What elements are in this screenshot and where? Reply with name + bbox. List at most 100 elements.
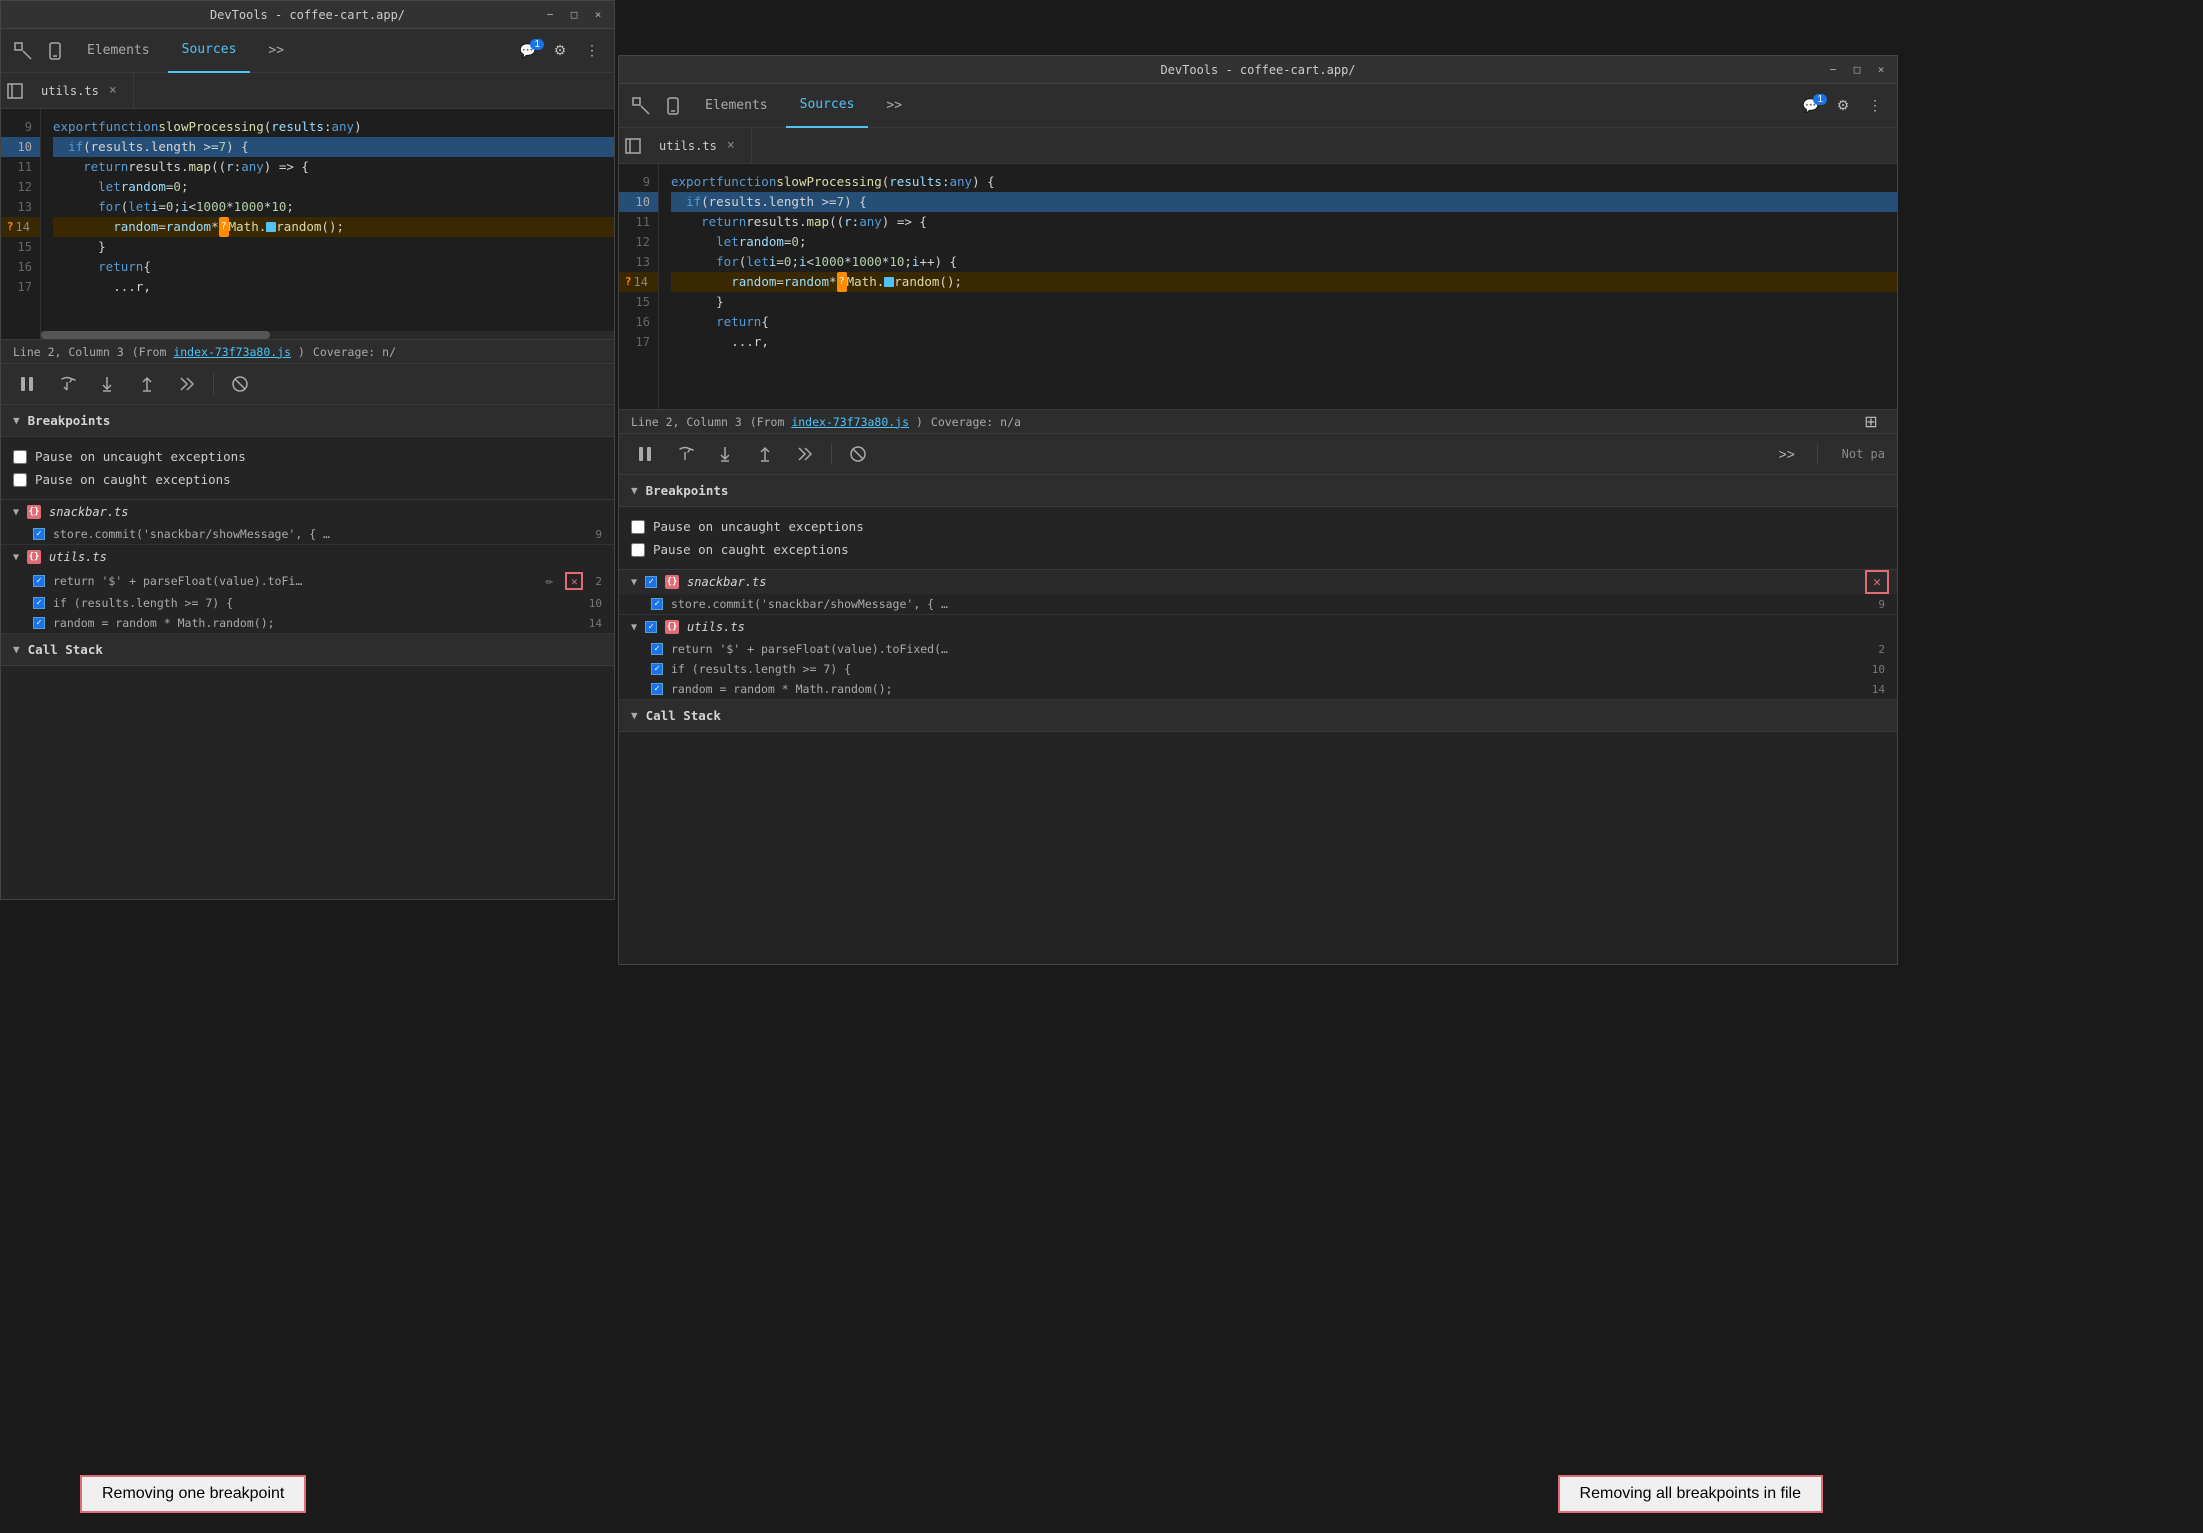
bp-line-snackbar-1-right: 9 bbox=[1878, 598, 1885, 611]
step-out-btn-right[interactable] bbox=[751, 440, 779, 468]
bp-item-snackbar-1-right: store.commit('snackbar/showMessage', { …… bbox=[619, 594, 1897, 614]
bp-checkbox-snackbar-file-right[interactable] bbox=[645, 576, 657, 588]
callstack-title-left: Call Stack bbox=[28, 642, 103, 657]
close-btn-right[interactable]: × bbox=[1873, 62, 1889, 78]
deactivate-breakpoints-btn-left[interactable] bbox=[226, 370, 254, 398]
pause-caught-checkbox-left[interactable] bbox=[13, 473, 27, 487]
bp-checkbox-utils-3-left[interactable] bbox=[33, 617, 45, 629]
deactivate-breakpoints-btn-right[interactable] bbox=[844, 440, 872, 468]
file-tab-close-left[interactable]: × bbox=[105, 83, 121, 99]
code-panel-right: 9 10 11 12 13 ? 14 15 16 17 export funct… bbox=[619, 164, 1897, 409]
scrollbar-left[interactable] bbox=[41, 331, 614, 339]
console-btn-left[interactable]: 💬 1 bbox=[514, 37, 542, 65]
file-tabs-left: utils.ts × bbox=[1, 73, 614, 109]
inspect-element-btn[interactable] bbox=[9, 37, 37, 65]
tab-more-right[interactable]: >> bbox=[872, 84, 916, 128]
code-area-left: 9 10 11 12 13 ? 14 15 16 17 export funct… bbox=[1, 109, 614, 339]
breakpoint-options-right: Pause on uncaught exceptions Pause on ca… bbox=[619, 507, 1897, 570]
remove-one-bp-btn-left[interactable]: ✕ bbox=[565, 572, 583, 590]
status-bar-left: Line 2, Column 3 (From index-73f73a80.js… bbox=[1, 339, 614, 363]
file-tab-utils-right[interactable]: utils.ts × bbox=[647, 128, 752, 164]
tab-elements-right[interactable]: Elements bbox=[691, 84, 782, 128]
step-over-btn-left[interactable] bbox=[53, 370, 81, 398]
bp-checkbox-utils-file-right[interactable] bbox=[645, 621, 657, 633]
callstack-header-right[interactable]: ▼ Call Stack bbox=[619, 700, 1897, 732]
inspect-element-btn-right[interactable] bbox=[627, 92, 655, 120]
more-debug-btn-right[interactable]: >> bbox=[1773, 440, 1801, 468]
settings-btn-right[interactable]: ⚙ bbox=[1829, 92, 1857, 120]
settings-btn-left[interactable]: ⚙ bbox=[546, 37, 574, 65]
annotation-removing-all: Removing all breakpoints in file bbox=[1558, 1475, 1823, 1513]
source-link-right[interactable]: index-73f73a80.js bbox=[791, 415, 909, 429]
bp-file-header-snackbar-left[interactable]: ▼ {} snackbar.ts bbox=[1, 500, 614, 524]
bottom-panel-left: ▼ Breakpoints Pause on uncaught exceptio… bbox=[1, 405, 614, 899]
edit-bp-btn-left[interactable]: ✏ bbox=[544, 574, 556, 589]
bp-checkbox-utils-1-left[interactable] bbox=[33, 575, 45, 587]
bp-checkbox-snackbar-1-right[interactable] bbox=[651, 598, 663, 610]
pause-caught-checkbox-right[interactable] bbox=[631, 543, 645, 557]
callstack-title-right: Call Stack bbox=[646, 708, 721, 723]
debug-separator-left bbox=[213, 374, 214, 394]
step-into-btn-left[interactable] bbox=[93, 370, 121, 398]
bp-checkbox-snackbar-1-left[interactable] bbox=[33, 528, 45, 540]
pause-resume-btn-right[interactable] bbox=[631, 440, 659, 468]
bp-item-utils-2-right: if (results.length >= 7) { 10 bbox=[619, 659, 1897, 679]
tab-sources-left[interactable]: Sources bbox=[168, 29, 251, 73]
step-over-btn-right[interactable] bbox=[671, 440, 699, 468]
coverage-left: Coverage: n/ bbox=[313, 345, 396, 359]
utils-filename-right: utils.ts bbox=[687, 620, 745, 634]
maximize-btn-left[interactable]: □ bbox=[566, 7, 582, 23]
pause-resume-btn-left[interactable] bbox=[13, 370, 41, 398]
bp-file-header-utils-right[interactable]: ▼ {} utils.ts bbox=[619, 615, 1897, 639]
status-bar-right: Line 2, Column 3 (From index-73f73a80.js… bbox=[619, 409, 1897, 433]
file-tab-utils-left[interactable]: utils.ts × bbox=[29, 73, 134, 109]
pause-uncaught-checkbox-left[interactable] bbox=[13, 450, 27, 464]
device-toggle-btn-right[interactable] bbox=[659, 92, 687, 120]
minimize-btn-left[interactable]: − bbox=[542, 7, 558, 23]
code-lines-left: export function slowProcessing(results: … bbox=[41, 109, 614, 339]
step-btn-left[interactable] bbox=[173, 370, 201, 398]
device-toggle-btn[interactable] bbox=[41, 37, 69, 65]
minimize-btn-right[interactable]: − bbox=[1825, 62, 1841, 78]
sidebar-toggle-right[interactable] bbox=[619, 132, 647, 160]
console-btn-right[interactable]: 💬 1 bbox=[1797, 92, 1825, 120]
pause-uncaught-label-left: Pause on uncaught exceptions bbox=[35, 449, 246, 464]
bp-file-header-snackbar-right[interactable]: ▼ {} snackbar.ts ✕ bbox=[619, 570, 1897, 594]
bp-checkbox-utils-1-right[interactable] bbox=[651, 643, 663, 655]
bp-checkbox-utils-2-right[interactable] bbox=[651, 663, 663, 675]
tab-more-left[interactable]: >> bbox=[254, 29, 298, 73]
breakpoints-header-left[interactable]: ▼ Breakpoints bbox=[1, 405, 614, 437]
tab-elements-left[interactable]: Elements bbox=[73, 29, 164, 73]
bp-group-utils-right: ▼ {} utils.ts return '$' + parseFloat(va… bbox=[619, 615, 1897, 700]
bp-item-utils-1-right: return '$' + parseFloat(value).toFixed(…… bbox=[619, 639, 1897, 659]
close-btn-left[interactable]: × bbox=[590, 7, 606, 23]
breakpoints-title-left: Breakpoints bbox=[28, 413, 111, 428]
bp-file-header-utils-left[interactable]: ▼ {} utils.ts bbox=[1, 545, 614, 569]
maximize-btn-right[interactable]: □ bbox=[1849, 62, 1865, 78]
tab-sources-right[interactable]: Sources bbox=[786, 84, 869, 128]
main-toolbar-left: Elements Sources >> 💬 1 ⚙ ⋮ bbox=[1, 29, 614, 73]
step-out-btn-left[interactable] bbox=[133, 370, 161, 398]
step-into-btn-right[interactable] bbox=[711, 440, 739, 468]
bp-checkbox-utils-3-right[interactable] bbox=[651, 683, 663, 695]
snackbar-filename-right: snackbar.ts bbox=[687, 575, 766, 589]
snackbar-file-icon-left: {} bbox=[27, 505, 41, 519]
sidebar-toggle-left[interactable] bbox=[1, 77, 29, 105]
title-bar-controls-left: − □ × bbox=[542, 7, 606, 23]
file-tab-close-right[interactable]: × bbox=[723, 138, 739, 154]
annotation-removing-one: Removing one breakpoint bbox=[80, 1475, 306, 1513]
pause-uncaught-checkbox-right[interactable] bbox=[631, 520, 645, 534]
line-numbers-right: 9 10 11 12 13 ? 14 15 16 17 bbox=[619, 164, 659, 409]
callstack-header-left[interactable]: ▼ Call Stack bbox=[1, 634, 614, 666]
source-link-left[interactable]: index-73f73a80.js bbox=[173, 345, 291, 359]
breakpoints-chevron-left: ▼ bbox=[13, 414, 20, 427]
drawer-toggle-right[interactable]: ⊞ bbox=[1857, 408, 1885, 436]
more-btn-right[interactable]: ⋮ bbox=[1861, 92, 1889, 120]
more-btn-left[interactable]: ⋮ bbox=[578, 37, 606, 65]
bp-checkbox-utils-2-left[interactable] bbox=[33, 597, 45, 609]
step-btn-right[interactable] bbox=[791, 440, 819, 468]
devtools-window-left: DevTools - coffee-cart.app/ − □ × Elemen… bbox=[0, 0, 615, 900]
breakpoints-header-right[interactable]: ▼ Breakpoints bbox=[619, 475, 1897, 507]
bp-item-utils-3-left: random = random * Math.random(); 14 bbox=[1, 613, 614, 633]
remove-all-bp-btn-right[interactable]: ✕ bbox=[1865, 570, 1889, 594]
